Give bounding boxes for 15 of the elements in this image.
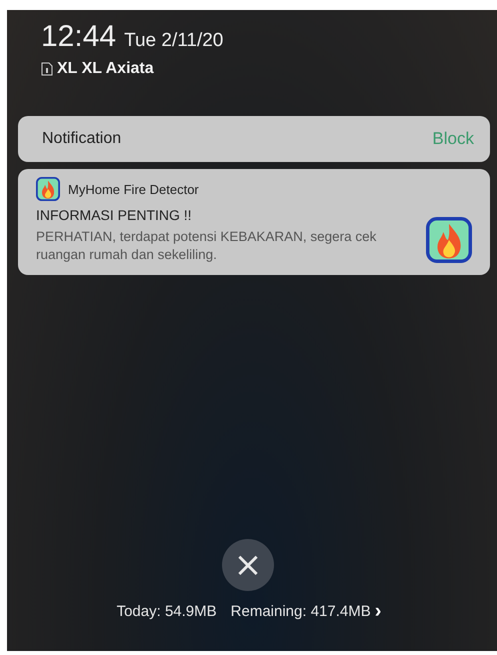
carrier-name: XL XL Axiata — [57, 60, 154, 78]
data-used-today: Today: 54.9MB — [116, 602, 217, 620]
sim-card-icon — [41, 62, 53, 76]
notification-body: PERHATIAN, terdapat potensi KEBAKARAN, segera cek ruangan rumah dan sekeliling. — [36, 228, 378, 264]
chevron-button[interactable]: › — [374, 601, 382, 621]
clock-time: 12:44 — [41, 20, 116, 54]
fire-icon — [426, 217, 472, 264]
header-title: Notification — [42, 130, 122, 148]
close-button[interactable]: × — [222, 539, 274, 591]
app-name: MyHome Fire Detector — [68, 182, 199, 196]
notification-title: INFORMASI PENTING !! — [36, 207, 193, 223]
fire-icon — [36, 177, 60, 201]
notification-card[interactable]: MyHome Fire Detector INFORMASI PENTING !! PERHATIAN, terdapat potensi KEBAKARAN, segera cek ruangan rumah dan sekeliling. — [18, 169, 490, 276]
data-remaining: Remaining: 417.4MB — [230, 602, 371, 620]
date: Tue 2/11/20 — [124, 30, 224, 52]
